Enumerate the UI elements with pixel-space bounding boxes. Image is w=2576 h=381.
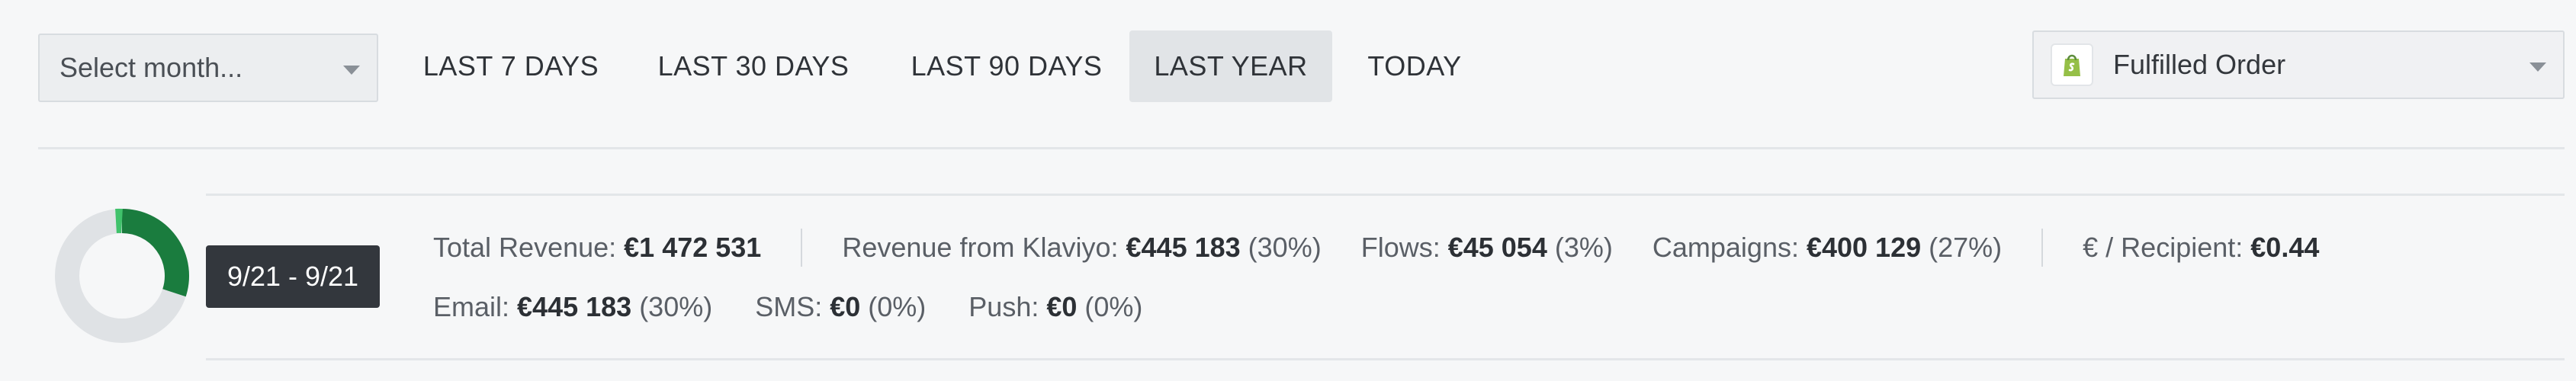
stat-value: €0 (1046, 291, 1078, 322)
stat-value: €0.44 (2250, 232, 2320, 263)
range-last-year[interactable]: LAST YEAR (1129, 30, 1332, 102)
shopify-bag-icon (2051, 43, 2093, 86)
range-today[interactable]: TODAY (1350, 30, 1479, 102)
stat-percent: (27%) (1929, 232, 2003, 263)
stat-label: SMS: (755, 291, 823, 322)
stat-label: Revenue from Klaviyo: (842, 232, 1119, 263)
range-last-30-days[interactable]: LAST 30 DAYS (639, 30, 868, 102)
stat-total-revenue: Total Revenue: €1 472 531 (433, 232, 761, 264)
stat-percent: (0%) (868, 291, 927, 322)
range-last-7-days[interactable]: LAST 7 DAYS (408, 30, 614, 102)
stat-value: €0 (830, 291, 861, 322)
stat-value: €445 183 (517, 291, 632, 322)
divider (38, 147, 2565, 149)
date-range-badge: 9/21 - 9/21 (206, 245, 380, 308)
channel-summary-row: Email: €445 183 (30%) SMS: €0 (0%) Push:… (433, 284, 1142, 330)
stat-flows: Flows: €45 054 (3%) (1361, 232, 1613, 264)
divider (206, 358, 2565, 360)
stat-sms: SMS: €0 (0%) (755, 291, 926, 323)
stat-label: Campaigns: (1652, 232, 1799, 263)
stat-percent: (30%) (639, 291, 713, 322)
range-last-90-days[interactable]: LAST 90 DAYS (892, 30, 1121, 102)
stat-value: €445 183 (1126, 232, 1241, 263)
month-select[interactable]: Select month... (38, 34, 378, 102)
date-range-toolbar: Select month... LAST 7 DAYS LAST 30 DAYS… (0, 0, 2576, 145)
stat-value: €1 472 531 (624, 232, 762, 263)
revenue-share-donut (55, 208, 189, 343)
month-select-placeholder: Select month... (59, 52, 243, 83)
chevron-down-icon (343, 66, 360, 75)
separator (2041, 229, 2044, 267)
stat-email: Email: €445 183 (30%) (433, 291, 712, 323)
divider (206, 194, 2565, 196)
stat-percent: (0%) (1084, 291, 1143, 322)
stat-per-recipient: € / Recipient: €0.44 (2083, 232, 2319, 264)
stat-label: € / Recipient: (2083, 232, 2244, 263)
chevron-down-icon (2529, 62, 2546, 72)
metric-select[interactable]: Fulfilled Order (2032, 30, 2565, 99)
stat-revenue-klaviyo: Revenue from Klaviyo: €445 183 (30%) (842, 232, 1321, 264)
stat-push: Push: €0 (0%) (968, 291, 1142, 323)
stat-campaigns: Campaigns: €400 129 (27%) (1653, 232, 2002, 264)
donut-klaviyo-segment (121, 209, 189, 297)
stat-label: Total Revenue: (433, 232, 617, 263)
stat-value: €400 129 (1806, 232, 1922, 263)
stat-percent: (30%) (1248, 232, 1322, 263)
stat-label: Email: (433, 291, 510, 322)
metric-select-value: Fulfilled Order (2113, 49, 2286, 80)
stat-percent: (3%) (1554, 232, 1613, 263)
stat-label: Flows: (1360, 232, 1441, 263)
stat-value: €45 054 (1447, 232, 1547, 263)
separator (801, 229, 803, 267)
revenue-summary-row: Total Revenue: €1 472 531 Revenue from K… (433, 225, 2319, 271)
stat-label: Push: (968, 291, 1039, 322)
